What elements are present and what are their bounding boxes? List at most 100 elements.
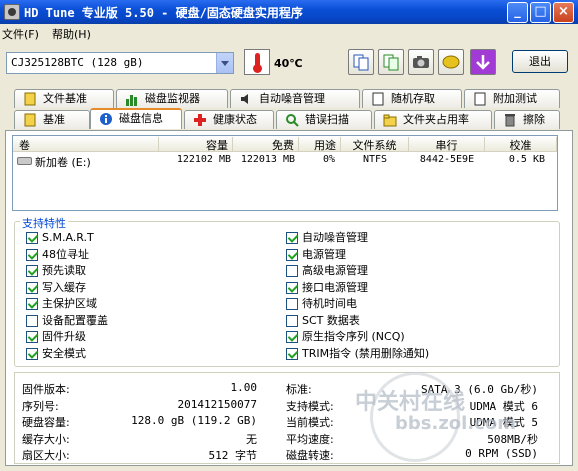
maximize-button[interactable]: □ (530, 2, 551, 23)
col-capacity[interactable]: 容量 (159, 137, 233, 152)
cell-alignment: 0.5 KB (508, 154, 545, 165)
tab-label: 附加测试 (493, 92, 537, 105)
feature-label: S.M.A.R.T (42, 231, 94, 244)
checkbox-checked-icon[interactable] (286, 281, 298, 294)
detail-label: 平均速度: (286, 432, 334, 446)
download-button[interactable] (470, 49, 496, 75)
options-button[interactable] (438, 49, 464, 75)
checkbox-checked-icon[interactable] (26, 347, 38, 360)
tab-disk-info[interactable]: 磁盘信息 (90, 108, 182, 129)
feature-label: 待机时间电 (302, 297, 357, 310)
col-alignment[interactable]: 校准 (485, 137, 557, 152)
col-free[interactable]: 免费 (233, 137, 299, 152)
checkbox-checked-icon[interactable] (26, 281, 38, 294)
document-save-icon (383, 54, 399, 71)
chevron-down-icon[interactable] (216, 53, 233, 73)
detail-value: 512 字节 (208, 449, 258, 462)
arrow-down-icon (476, 55, 490, 70)
cell-volume: 新加卷 (E:) (35, 156, 91, 169)
feature-checkbox[interactable]: 安全模式 (26, 347, 86, 361)
detail-value: 1.00 (230, 381, 258, 394)
checkbox-checked-icon[interactable] (26, 265, 38, 277)
tab-folder-usage[interactable]: 文件夹占用率 (374, 110, 492, 129)
feature-checkbox[interactable]: 接口电源管理 (286, 281, 368, 295)
col-filesystem[interactable]: 文件系统 (341, 137, 409, 152)
checkbox-empty-icon[interactable] (286, 265, 298, 277)
feature-checkbox[interactable]: 电源管理 (286, 248, 346, 262)
cell-serial: 8442-5E9E (419, 154, 475, 165)
feature-checkbox[interactable]: 48位寻址 (26, 248, 89, 262)
checkbox-checked-icon[interactable] (26, 248, 38, 261)
title-bar: HD Tune 专业版 5.50 - 硬盘/固态硬盘实用程序 _ □ × (0, 0, 578, 24)
feature-checkbox[interactable]: 写入缓存 (26, 281, 86, 295)
feature-checkbox[interactable]: TRIM指令 (禁用删除通知) (286, 347, 429, 361)
feature-checkbox[interactable]: 待机时间电 (286, 297, 357, 311)
feature-label: 原生指令序列 (NCQ) (302, 330, 405, 343)
exit-button[interactable]: 退出 (512, 50, 568, 73)
cell-usage: 0% (322, 154, 335, 165)
folder-icon (383, 114, 397, 127)
detail-label: 硬盘容量: (22, 416, 70, 429)
checkbox-checked-icon[interactable] (26, 232, 38, 244)
tab-file-benchmark[interactable]: 文件基准 (14, 89, 114, 108)
detail-label: 当前模式: (286, 416, 334, 429)
checkbox-checked-icon[interactable] (286, 331, 298, 343)
save-info-button[interactable] (378, 49, 404, 75)
copy-icon (353, 54, 369, 71)
feature-checkbox[interactable]: SCT 数据表 (286, 314, 360, 328)
feature-label: 安全模式 (42, 346, 86, 360)
feature-checkbox[interactable]: 自动噪音管理 (286, 231, 368, 245)
tab-random-access[interactable]: 随机存取 (362, 89, 462, 108)
menu-help[interactable]: 帮助(H) (52, 26, 91, 42)
minimize-button[interactable]: _ (507, 2, 528, 23)
toolbar: CJ325128BTC (128 gB) 40℃ 退出 (0, 43, 578, 83)
feature-checkbox[interactable]: 固件升级 (26, 330, 86, 344)
checkbox-checked-icon[interactable] (26, 331, 38, 343)
feature-checkbox[interactable]: 原生指令序列 (NCQ) (286, 330, 405, 344)
copy-info-button[interactable] (348, 49, 374, 75)
feature-checkbox[interactable]: 主保护区域 (26, 297, 97, 311)
screenshot-button[interactable] (408, 49, 434, 75)
checkbox-checked-icon[interactable] (286, 347, 298, 360)
drive-select[interactable]: CJ325128BTC (128 gB) (6, 52, 234, 74)
checkbox-empty-icon[interactable] (26, 314, 38, 327)
checkbox-checked-icon[interactable] (26, 298, 38, 310)
feature-checkbox[interactable]: 预先读取 (26, 264, 86, 278)
tab-erase[interactable]: 擦除 (494, 110, 560, 129)
info-icon (100, 113, 112, 125)
tab-disk-monitor[interactable]: 磁盘监视器 (116, 89, 228, 108)
tab-benchmark[interactable]: 基准 (14, 110, 90, 129)
close-button[interactable]: × (553, 2, 574, 23)
feature-label: 固件升级 (42, 330, 86, 343)
checkbox-checked-icon[interactable] (286, 232, 298, 244)
detail-value: 201412150077 (177, 397, 257, 411)
feature-label: 自动噪音管理 (302, 231, 368, 244)
trash-icon (505, 114, 515, 127)
bar-chart-icon (126, 95, 137, 106)
plus-icon (194, 114, 206, 126)
checkbox-checked-icon[interactable] (286, 248, 298, 261)
options-icon (442, 55, 460, 69)
detail-label: 磁盘转速: (286, 449, 334, 462)
feature-label: 设备配置覆盖 (42, 313, 108, 327)
feature-checkbox[interactable]: S.M.A.R.T (26, 231, 94, 245)
drive-icon (17, 157, 32, 165)
checkbox-empty-icon[interactable] (286, 298, 298, 310)
tab-error-scan[interactable]: 错误扫描 (276, 110, 372, 129)
col-usage[interactable]: 用途 (299, 137, 341, 152)
tab-extra-tests[interactable]: 附加测试 (464, 89, 560, 108)
menu-file[interactable]: 文件(F) (2, 26, 39, 42)
detail-label: 扇区大小: (22, 449, 70, 462)
feature-checkbox[interactable]: 高级电源管理 (286, 264, 368, 278)
drive-select-value: CJ325128BTC (128 gB) (11, 56, 144, 69)
col-volume[interactable]: 卷 (19, 137, 159, 152)
checkbox-empty-icon[interactable] (286, 314, 298, 327)
feature-checkbox[interactable]: 设备配置覆盖 (26, 314, 108, 328)
tab-health[interactable]: 健康状态 (184, 110, 274, 129)
table-row[interactable]: 新加卷 (E:) 122102 MB 122013 MB 0% NTFS 844… (13, 153, 557, 169)
speaker-icon (241, 94, 248, 104)
tab-aam[interactable]: 自动噪音管理 (230, 89, 360, 108)
feature-label: 主保护区域 (42, 297, 97, 310)
detail-value: 128.0 gB (119.2 GB) (131, 414, 257, 427)
col-serial[interactable]: 串行 (409, 137, 485, 152)
